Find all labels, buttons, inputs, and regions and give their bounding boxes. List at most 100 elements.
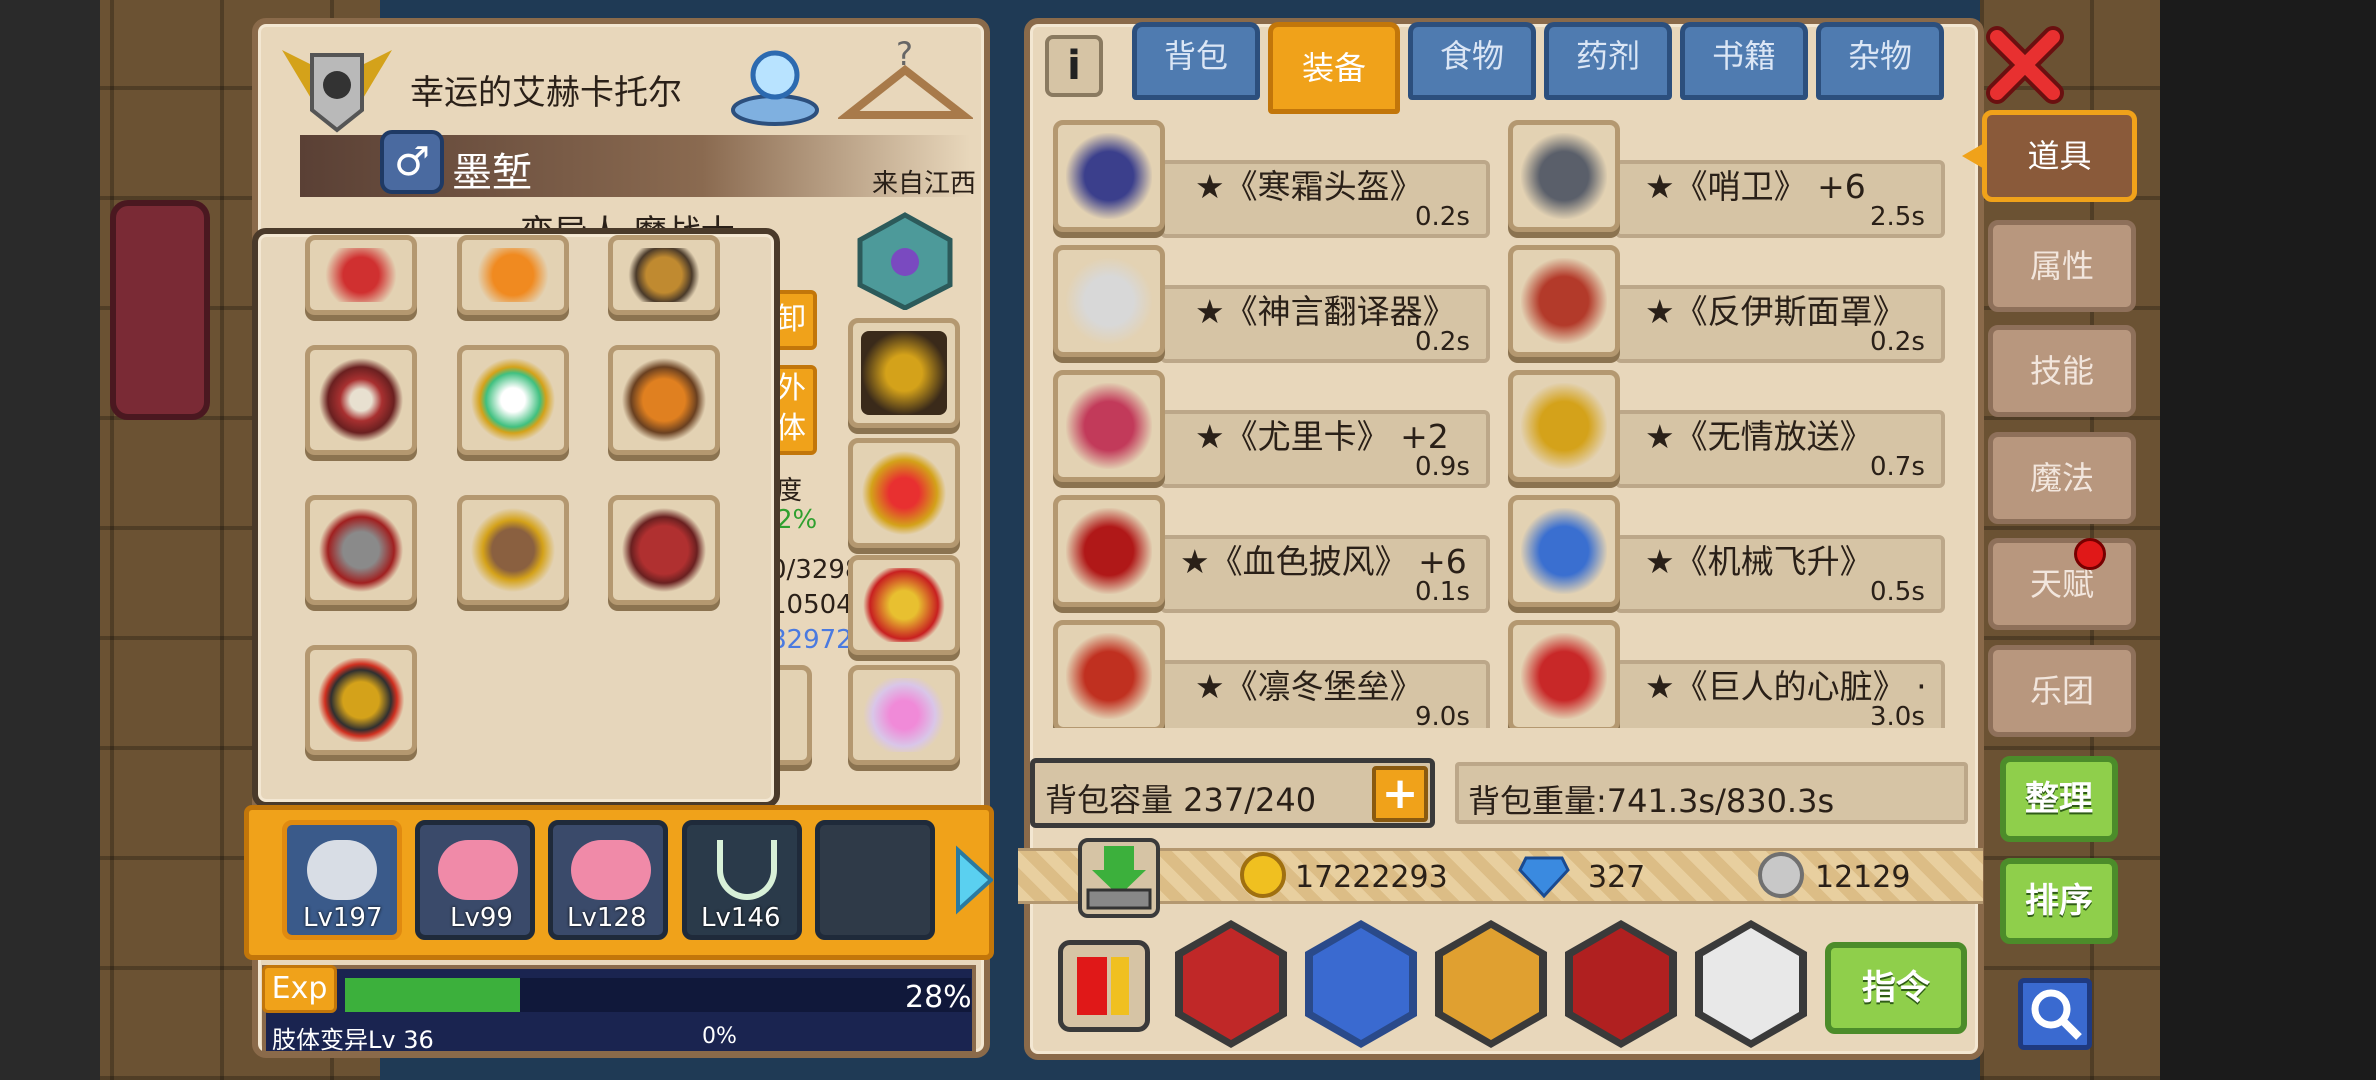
item-name: ★《巨人的心脏》 ·	[1645, 667, 1927, 706]
number-bar-icon	[1111, 957, 1129, 1015]
side-tab-skills[interactable]: 技能	[1988, 325, 2136, 417]
item-art	[1521, 633, 1607, 719]
item-weight: 0.7s	[1870, 452, 1925, 482]
item-name: ★《哨卫》 +6	[1645, 167, 1866, 206]
item-weight: 0.1s	[1415, 577, 1470, 607]
item-art	[1066, 258, 1152, 344]
quick-slot-button[interactable]	[1058, 940, 1150, 1032]
svg-text:?: ?	[896, 35, 913, 73]
expand-capacity-button[interactable]: +	[1372, 766, 1428, 822]
search-icon[interactable]	[2018, 978, 2092, 1050]
item-icon[interactable]	[1053, 245, 1165, 357]
stat-percent: 2%	[776, 505, 818, 535]
accessory-slot[interactable]	[457, 235, 569, 315]
command-button[interactable]: 指令	[1825, 942, 1967, 1034]
side-tab-talent[interactable]: 天赋	[1988, 538, 2136, 630]
equipment-slot[interactable]	[848, 555, 960, 655]
chest-icon	[1313, 928, 1409, 1040]
party-level: Lv128	[567, 903, 647, 933]
item-name: ★《血色披风》 +6	[1180, 542, 1467, 581]
item-icon[interactable]	[1053, 495, 1165, 607]
avatar	[307, 840, 377, 900]
party-member-empty[interactable]	[815, 820, 935, 940]
accessory-slot[interactable]	[305, 645, 417, 755]
accessory-slot[interactable]	[305, 235, 417, 315]
accessory-slot[interactable]	[608, 345, 720, 455]
gold-amount: 17222293	[1295, 860, 1448, 895]
character-title: 幸运的艾赫卡托尔	[410, 73, 682, 113]
tab-potion[interactable]: 药剂	[1544, 22, 1672, 100]
exp-fill	[345, 978, 521, 1012]
emblem-slot[interactable]	[855, 210, 955, 311]
tab-misc[interactable]: 杂物	[1816, 22, 1944, 100]
item-art	[1066, 133, 1152, 219]
wardrobe-hanger-icon[interactable]: ?	[836, 35, 975, 130]
stat-value-c: 82972	[770, 625, 853, 655]
equipment-slot[interactable]	[848, 318, 960, 428]
equipment-slot[interactable]	[848, 665, 960, 765]
hourglass-icon	[1703, 928, 1799, 1040]
capacity-label: 背包容量 237/240	[1045, 781, 1317, 819]
party-member[interactable]: Lv99	[415, 820, 535, 940]
accessory-slot[interactable]	[608, 235, 720, 315]
accessory-slot[interactable]	[457, 345, 569, 455]
winged-crest-icon	[272, 30, 402, 140]
item-name: ★《反伊斯面罩》	[1645, 292, 1906, 331]
item-weight: 2.5s	[1870, 202, 1925, 232]
item-weight: 9.0s	[1415, 702, 1470, 728]
item-name: ★《寒霜头盔》	[1195, 167, 1423, 206]
avatar	[571, 840, 651, 900]
side-tab-magic[interactable]: 魔法	[1988, 432, 2136, 524]
accessory-slot[interactable]	[305, 345, 417, 455]
tab-backpack[interactable]: 背包	[1132, 22, 1260, 100]
accessory-slot[interactable]	[457, 495, 569, 605]
side-tab-items[interactable]: 道具	[1982, 110, 2137, 202]
exp-percent: 28%	[905, 980, 972, 1015]
item-icon[interactable]	[1508, 370, 1620, 482]
item-list[interactable]: ★《寒霜头盔》 0.2s ★《哨卫》 +6 2.5s ★《神言翻译器》 0.2s…	[1045, 120, 1975, 728]
male-icon: ♂	[380, 130, 444, 194]
info-icon[interactable]: i	[1045, 35, 1103, 97]
party-member[interactable]: Lv197	[282, 820, 402, 940]
stat-value-b: 10504	[770, 590, 853, 620]
party-member[interactable]: Lv146	[682, 820, 802, 940]
accessory-slot[interactable]	[305, 495, 417, 605]
side-tab-attributes[interactable]: 属性	[1988, 220, 2136, 312]
download-icon[interactable]	[1078, 838, 1160, 918]
item-weight: 0.2s	[1415, 327, 1470, 357]
tab-books[interactable]: 书籍	[1680, 22, 1808, 100]
item-weight: 0.9s	[1415, 452, 1470, 482]
mutation-level: 肢体变异Lv 36	[272, 1026, 434, 1054]
exp-track	[345, 978, 971, 1012]
accessory-slot[interactable]	[608, 495, 720, 605]
item-weight: 0.5s	[1870, 577, 1925, 607]
item-art	[1521, 258, 1607, 344]
number-bar-icon	[1077, 957, 1107, 1015]
organize-button[interactable]: 整理	[2000, 756, 2118, 842]
item-icon[interactable]	[1508, 495, 1620, 607]
party-member[interactable]: Lv128	[548, 820, 668, 940]
sort-button[interactable]: 排序	[2000, 858, 2118, 944]
right-wall	[2160, 0, 2376, 1080]
antler-icon	[717, 840, 777, 900]
unequip-label: 卸	[776, 302, 806, 337]
item-icon[interactable]	[1508, 245, 1620, 357]
tab-food[interactable]: 食物	[1408, 22, 1536, 100]
item-icon[interactable]	[1053, 370, 1165, 482]
party-level: Lv197	[303, 903, 383, 933]
item-icon[interactable]	[1053, 120, 1165, 232]
chevron-right-icon[interactable]	[953, 845, 994, 915]
pinwheel-icon	[1443, 928, 1539, 1040]
side-tab-band[interactable]: 乐团	[1988, 645, 2136, 737]
item-name: ★《神言翻译器》	[1195, 292, 1456, 331]
item-art	[1521, 133, 1607, 219]
item-icon[interactable]	[1053, 620, 1165, 728]
party-level: Lv99	[450, 903, 513, 933]
close-icon[interactable]	[1985, 25, 2065, 105]
item-icon[interactable]	[1508, 120, 1620, 232]
tab-equipment[interactable]: 装备	[1268, 22, 1400, 114]
portal-orb-icon[interactable]	[728, 35, 823, 130]
item-icon[interactable]	[1508, 620, 1620, 728]
equipment-slot[interactable]	[848, 438, 960, 548]
party-level: Lv146	[701, 903, 781, 933]
